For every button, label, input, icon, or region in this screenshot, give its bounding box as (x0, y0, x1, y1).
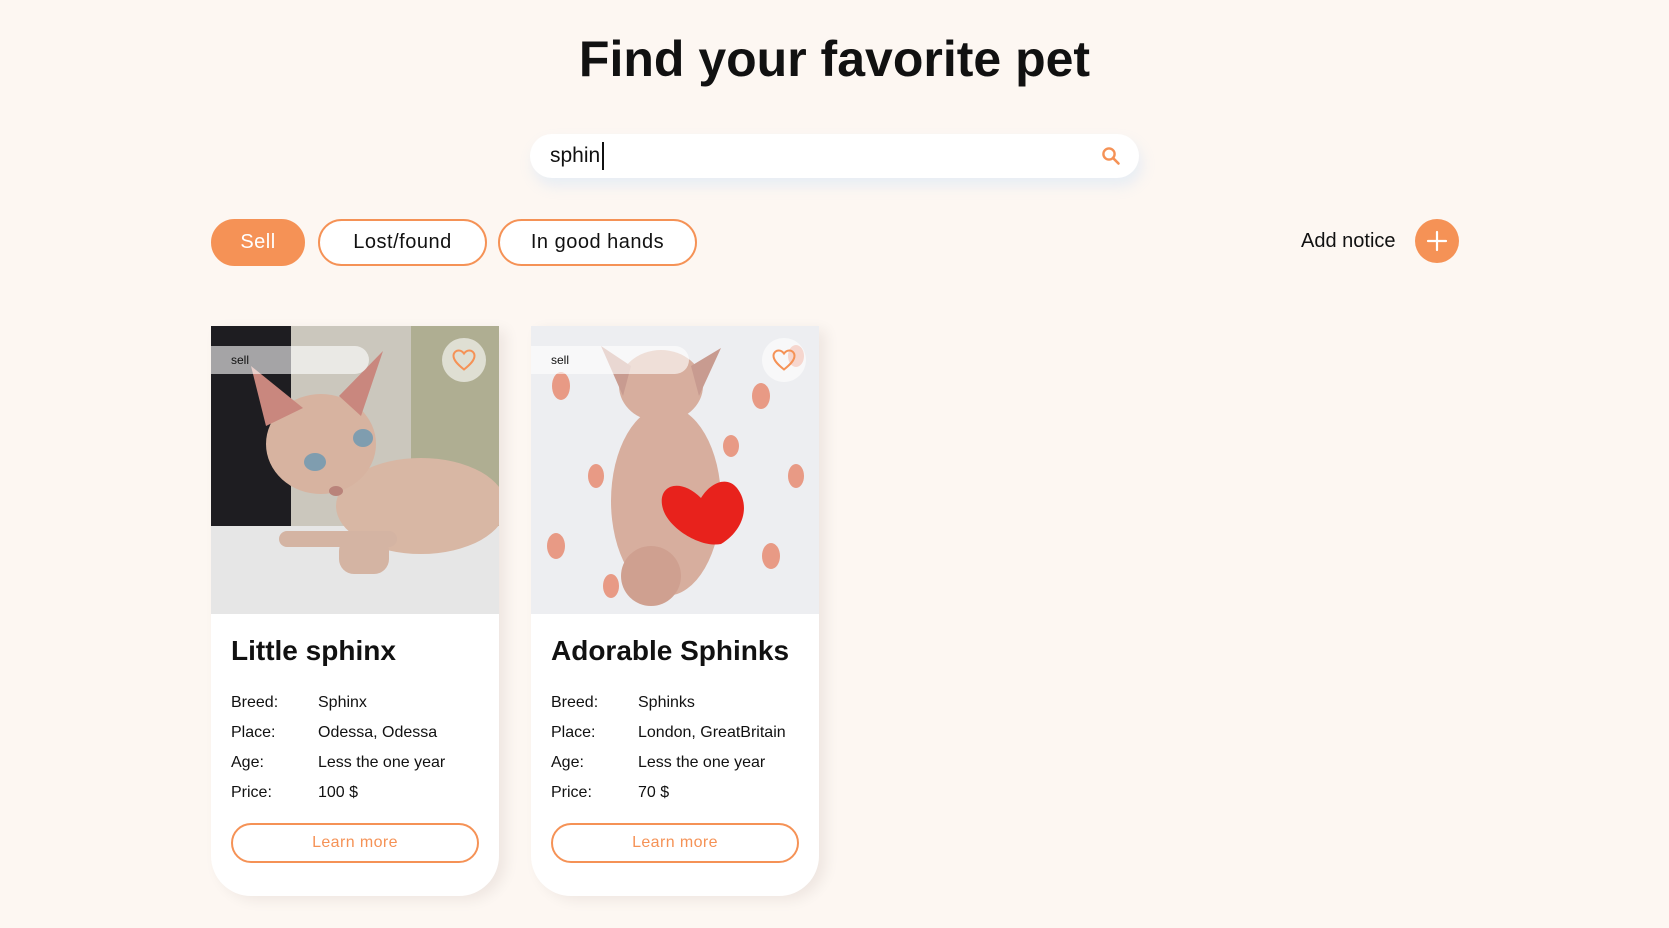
category-badge: sell (531, 346, 689, 374)
filter-sell-button[interactable]: Sell (211, 219, 305, 266)
place-value: Odessa, Odessa (318, 724, 438, 741)
price-value: 100 $ (318, 784, 359, 801)
learn-more-button[interactable]: Learn more (551, 823, 799, 863)
pet-title: Adorable Sphinks (551, 635, 790, 666)
price-value: 70 $ (638, 784, 670, 801)
pet-title: Little sphinx (231, 635, 396, 666)
age-label: Age: (231, 754, 264, 771)
category-badge: sell (211, 346, 369, 374)
age-label: Age: (551, 754, 584, 771)
pet-card: sell Adorable Sphinks Breed: Sphinks Pla… (531, 326, 819, 896)
add-notice-button[interactable]: Add notice (1290, 219, 1460, 263)
place-value: London, GreatBritain (638, 724, 786, 741)
place-label: Place: (551, 724, 596, 741)
breed-label: Breed: (231, 694, 279, 711)
heart-icon (452, 349, 476, 371)
search-bar (530, 134, 1139, 178)
age-value: Less the one year (318, 754, 446, 771)
learn-more-button[interactable]: Learn more (231, 823, 479, 863)
page-title: Find your favorite pet (578, 31, 1091, 87)
search-input[interactable] (550, 134, 1090, 178)
favorite-button[interactable] (442, 338, 486, 382)
heart-icon (772, 349, 796, 371)
breed-value: Sphinks (638, 694, 695, 711)
favorite-button[interactable] (762, 338, 806, 382)
place-label: Place: (231, 724, 276, 741)
filter-in-good-hands-button[interactable]: In good hands (498, 219, 697, 266)
breed-label: Breed: (551, 694, 599, 711)
filter-lost-found-button[interactable]: Lost/found (318, 219, 487, 266)
text-cursor (602, 142, 604, 170)
add-notice-label: Add notice (1301, 229, 1396, 252)
age-value: Less the one year (638, 754, 766, 771)
search-icon[interactable] (1101, 146, 1121, 166)
plus-icon[interactable] (1415, 219, 1459, 263)
breed-value: Sphinx (318, 694, 367, 711)
price-label: Price: (551, 784, 592, 801)
pet-card: sell Little sphinx Breed: Sphinx Place: … (211, 326, 499, 896)
price-label: Price: (231, 784, 272, 801)
